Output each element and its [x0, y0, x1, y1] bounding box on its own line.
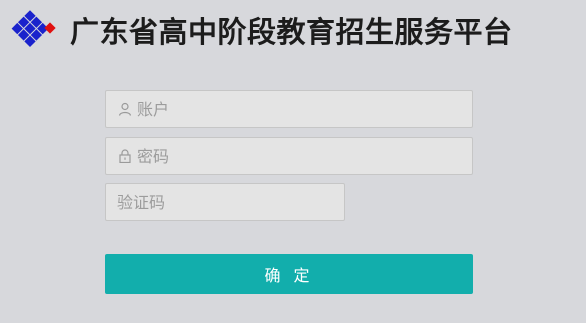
- account-field[interactable]: [105, 90, 473, 128]
- submit-button[interactable]: 确 定: [105, 254, 473, 294]
- logo: [10, 7, 56, 53]
- site-title: 广东省高中阶段教育招生服务平台: [70, 15, 513, 49]
- account-input[interactable]: [137, 91, 472, 127]
- lock-icon: [117, 148, 133, 164]
- password-input[interactable]: [137, 138, 472, 174]
- captcha-input[interactable]: [106, 184, 344, 220]
- header: 广东省高中阶段教育招生服务平台: [10, 6, 513, 54]
- diamond-grid-logo-icon: [11, 10, 56, 47]
- captcha-field[interactable]: [105, 183, 345, 221]
- password-field[interactable]: [105, 137, 473, 175]
- user-icon: [117, 101, 133, 117]
